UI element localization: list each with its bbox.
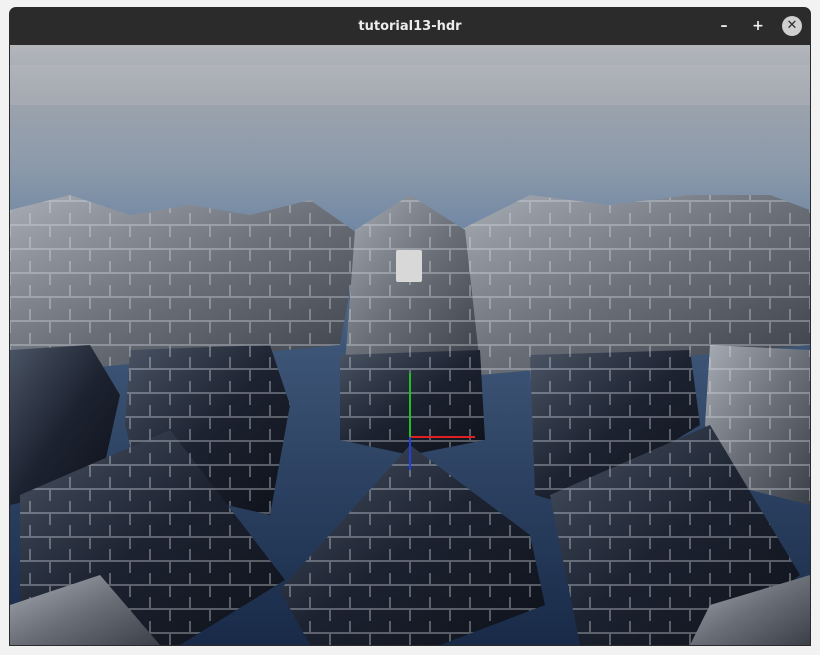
maximize-button[interactable]: + xyxy=(748,16,768,36)
title-bar[interactable]: tutorial13-hdr – + ✕ xyxy=(10,8,810,46)
close-button[interactable]: ✕ xyxy=(782,16,802,36)
window-title: tutorial13-hdr xyxy=(358,19,462,34)
app-window: tutorial13-hdr – + ✕ xyxy=(10,8,810,645)
cloud-band xyxy=(10,65,810,105)
render-viewport[interactable] xyxy=(10,45,810,645)
back-cube-rows xyxy=(10,195,810,375)
minimize-button[interactable]: – xyxy=(714,16,734,36)
light-cube xyxy=(396,250,422,282)
